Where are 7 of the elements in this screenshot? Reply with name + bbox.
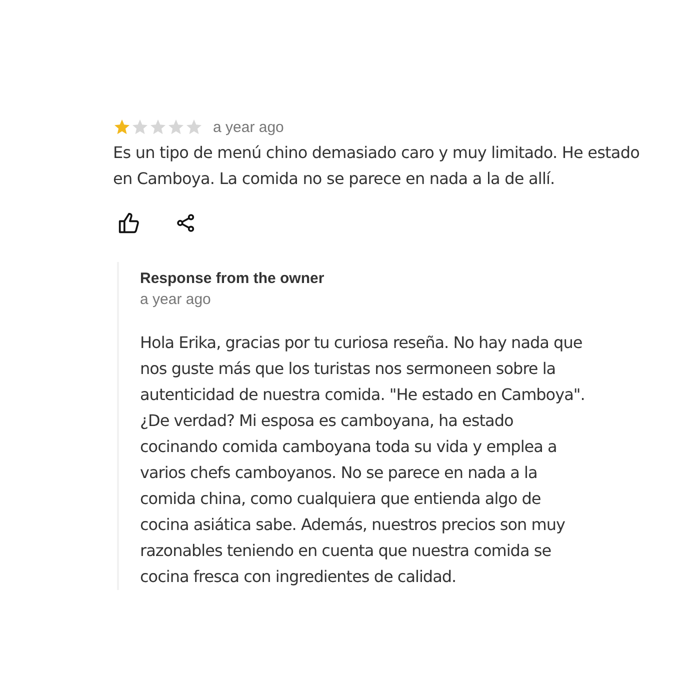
share-icon[interactable] xyxy=(176,212,196,234)
review-text: Es un tipo de menú chino demasiado caro y muy limitado. He estado en Camboya. La comida no se parece en nada a la de allí. xyxy=(113,142,640,190)
review-time: a year ago xyxy=(213,118,284,136)
response-time: a year ago xyxy=(140,291,212,308)
thumbs-up-icon[interactable] xyxy=(118,212,140,234)
response-text: Hola Erika, gracias por tu curiosa reseña. No hay nada que nos guste más que los turistas nos sermoneen sobre la autenticidad de nuestra comida. "He estado en Camboya". ¿De verdad? Mi esposa es camboyana, ha estado cocinando comida camboyana toda su vida y emplea a varios chefs camboyanos. No se parece en nada a la comida china, como cualquiera que entienda algo de cocina asiática sabe. Además, nuestros precios son muy razonables teniendo en cuenta que nuestra comida se cocina fresca con ingredientes de calidad. xyxy=(140,332,586,588)
response-title: Response from the owner xyxy=(140,270,326,287)
